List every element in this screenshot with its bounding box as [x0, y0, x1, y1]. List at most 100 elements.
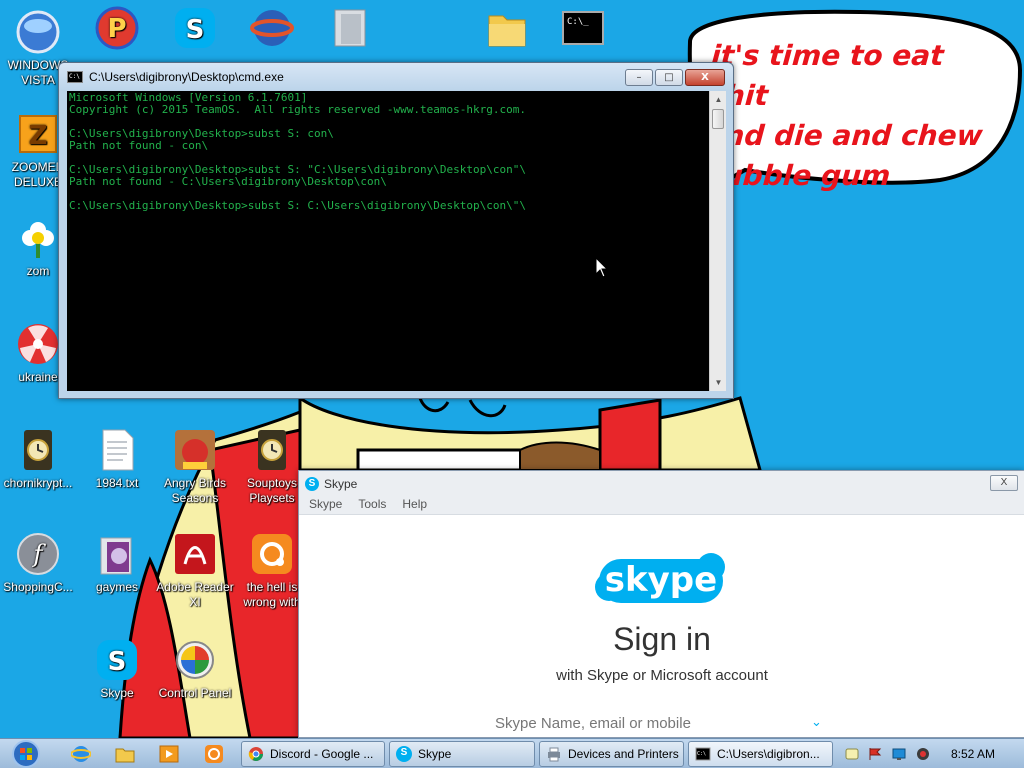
taskbar-task-discord[interactable]: Discord - Google ...: [241, 741, 385, 767]
sign-in-subheading: with Skype or Microsoft account: [556, 667, 768, 684]
document-icon: [329, 6, 373, 50]
clock-file-icon: [16, 428, 60, 472]
menu-item-help[interactable]: Help: [402, 497, 427, 514]
task-label: Skype: [418, 747, 452, 761]
network-icon[interactable]: [892, 747, 906, 761]
desktop-icon-1984-txt[interactable]: 1984.txt: [76, 428, 158, 491]
desktop-icon-shoppingc[interactable]: f ShoppingC...: [0, 532, 79, 595]
desktop-icon-label: ShoppingC...: [3, 580, 73, 594]
cmd-window[interactable]: C:\ C:\Users\digibrony\Desktop\cmd.exe –…: [58, 62, 734, 399]
printer-icon: [548, 747, 560, 762]
radiation-icon: [16, 322, 60, 366]
console-line: C:\Users\digibrony\Desktop>subst S: C:\U…: [69, 199, 526, 212]
desktop-icon-skype[interactable]: S Skype: [76, 638, 158, 701]
mouse-cursor-icon: [595, 257, 609, 278]
desktop-icon-document[interactable]: [310, 6, 392, 54]
taskbar-task-skype[interactable]: S Skype: [389, 741, 535, 767]
desktop-icon-label: Angry Birds Seasons: [163, 476, 227, 505]
skype-window[interactable]: S Skype X Skype Tools Help skype Sign in…: [298, 470, 1024, 738]
start-button[interactable]: [6, 739, 46, 768]
desktop-icon-label: Adobe Reader XI: [156, 580, 234, 609]
uc-browser-icon[interactable]: [203, 744, 225, 764]
skype-icon: S: [305, 477, 319, 491]
adobe-reader-icon: [173, 532, 217, 576]
desktop-icon-chornikrypt[interactable]: chornikrypt...: [0, 428, 79, 491]
menu-item-skype[interactable]: Skype: [309, 497, 342, 514]
globe-icon: [250, 6, 294, 50]
svg-text:P: P: [107, 14, 126, 44]
speech-bubble-line: bubble gum: [701, 159, 892, 192]
console-line: Path not found - C:\Users\digibrony\Desk…: [69, 175, 387, 188]
minimize-button[interactable]: –: [625, 69, 653, 86]
scroll-up-icon[interactable]: ▲: [710, 91, 727, 108]
desktop-icon-label: Skype: [100, 686, 134, 700]
desktop-icon-angry-birds-seasons[interactable]: Angry Birds Seasons: [154, 428, 236, 506]
explorer-folder-icon[interactable]: [114, 744, 136, 764]
pinball-icon: P: [95, 6, 139, 50]
media-player-icon[interactable]: [158, 744, 180, 764]
desktop-icon-label: the hell is wrong with: [243, 580, 301, 609]
desktop-icon-adobe-reader[interactable]: Adobe Reader XI: [154, 532, 236, 610]
folder-icon: [485, 6, 529, 50]
skype-titlebar[interactable]: S Skype: [299, 471, 1024, 497]
zoomed-deluxe-icon: Z: [16, 112, 60, 156]
desktop-icon-label: gaymes: [95, 580, 139, 594]
notification-icon[interactable]: [845, 747, 859, 761]
volume-icon[interactable]: [916, 747, 930, 761]
task-label: Devices and Printers: [568, 747, 679, 761]
internet-explorer-icon[interactable]: [70, 744, 92, 764]
desktop-icon-folder[interactable]: [466, 6, 548, 54]
desktop-icon-gaymes[interactable]: gaymes: [76, 532, 158, 595]
chevron-down-icon[interactable]: ⌄: [811, 714, 822, 730]
console-line: Path not found - con\: [69, 139, 209, 152]
desktop-icon-skype-top[interactable]: S: [154, 6, 236, 54]
skype-icon: S: [173, 6, 217, 50]
task-label: Discord - Google ...: [270, 747, 374, 761]
close-button[interactable]: X: [990, 475, 1018, 491]
skype-logo: skype: [595, 553, 725, 603]
vertical-scrollbar[interactable]: ▲ ▼: [709, 91, 726, 391]
skype-name-input[interactable]: Skype Name, email or mobile: [495, 715, 829, 737]
skype-menubar: Skype Tools Help: [299, 497, 1024, 515]
flag-icon[interactable]: [868, 747, 882, 761]
sign-in-heading: Sign in: [613, 621, 711, 657]
desktop-icon-label: ukraine: [18, 370, 58, 384]
svg-text:C:\_: C:\_: [567, 17, 589, 27]
desktop-icon-label: chornikrypt...: [3, 476, 73, 490]
console-output[interactable]: Microsoft Windows [Version 6.1.7601] Cop…: [67, 91, 709, 391]
command-prompt-icon: C:\_: [561, 6, 605, 50]
uc-browser-icon: [250, 532, 294, 576]
cmd-window-controls: – □ X: [625, 69, 725, 86]
scroll-down-icon[interactable]: ▼: [710, 374, 727, 391]
taskbar-task-cmd[interactable]: C:\ C:\Users\digibron...: [688, 741, 833, 767]
desktop-icon-control-panel[interactable]: Control Panel: [154, 638, 236, 701]
console-line: Copyright (c) 2015 TeamOS. All rights re…: [69, 103, 526, 116]
folder-icon: [95, 532, 139, 576]
maximize-button[interactable]: □: [655, 69, 683, 86]
desktop-icon-label: zom: [26, 264, 50, 278]
svg-text:Z: Z: [29, 121, 48, 151]
scrollbar-thumb[interactable]: [712, 109, 724, 129]
skype-icon: S: [396, 746, 412, 762]
close-button[interactable]: X: [685, 69, 725, 86]
flash-icon: f: [16, 532, 60, 576]
skype-logo-text: skype: [605, 560, 717, 600]
cmd-title: C:\Users\digibrony\Desktop\cmd.exe: [89, 70, 284, 84]
task-label: C:\Users\digibron...: [717, 747, 820, 761]
command-prompt-icon: C:\: [67, 71, 83, 83]
clock[interactable]: 8:52 AM: [938, 747, 1008, 761]
speech-bubble-line: and die and chew: [704, 119, 984, 152]
taskbar-task-devices-and-printers[interactable]: Devices and Printers: [539, 741, 684, 767]
desktop-icon-label: 1984.txt: [95, 476, 139, 490]
menu-item-tools[interactable]: Tools: [358, 497, 386, 514]
skype-icon: S: [95, 638, 139, 682]
text-file-icon: [95, 428, 139, 472]
desktop-icon-pinball[interactable]: P: [76, 6, 158, 54]
desktop-icon-cmd[interactable]: C:\_: [542, 6, 624, 54]
desktop-icon-label: Souptoys Playsets: [246, 476, 298, 505]
desktop-icon-label: Control Panel: [158, 686, 232, 700]
flower-icon: [16, 216, 60, 260]
speech-bubble-text: it's time to eat shit and die and chew b…: [701, 36, 1012, 196]
desktop-icon-firefox[interactable]: [231, 6, 313, 54]
speech-bubble-line: it's time to eat shit: [707, 39, 945, 112]
